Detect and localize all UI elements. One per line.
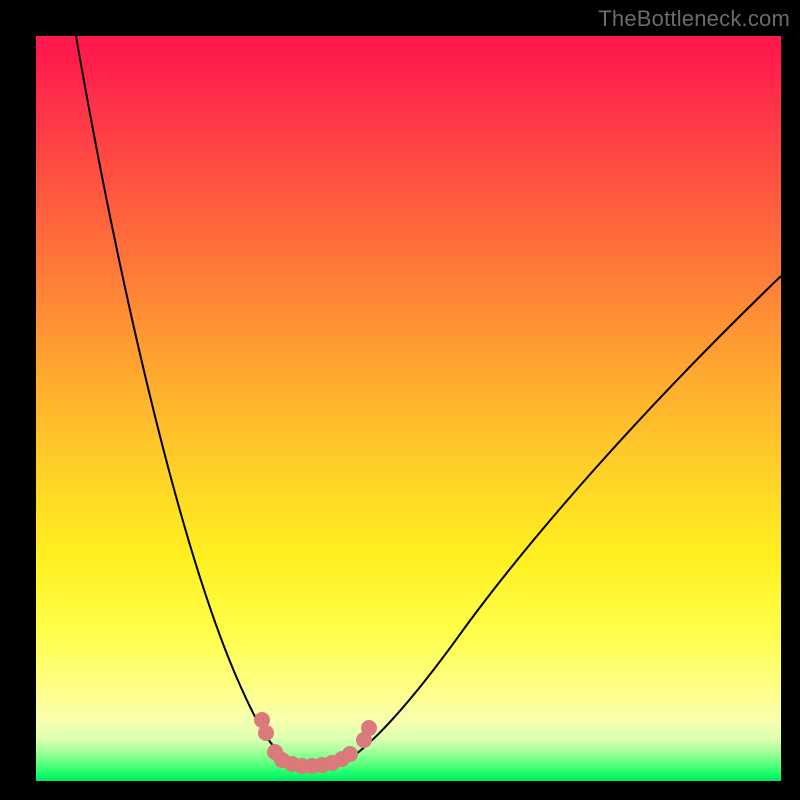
bottleneck-curve xyxy=(76,36,781,767)
marker-group xyxy=(254,712,377,774)
chart-frame: TheBottleneck.com xyxy=(0,0,800,800)
marker-dot xyxy=(342,746,358,762)
curve-layer xyxy=(36,36,781,781)
watermark-text: TheBottleneck.com xyxy=(598,6,790,32)
plot-area xyxy=(36,36,781,781)
marker-dot xyxy=(258,725,274,741)
marker-dot xyxy=(361,720,377,736)
